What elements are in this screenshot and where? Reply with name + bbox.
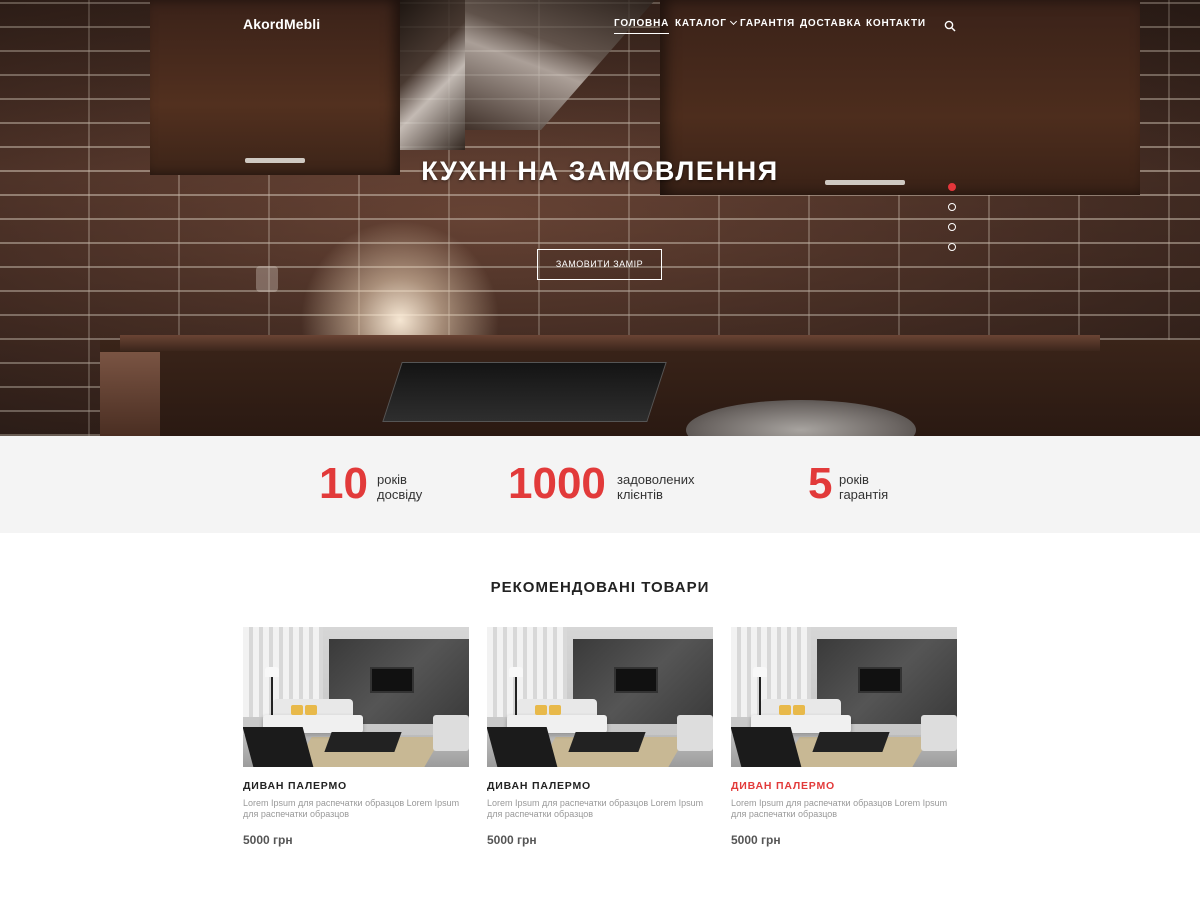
product-name-link[interactable]: ДИВАН ПАЛЕРМО [243, 780, 347, 792]
product-image[interactable] [731, 627, 957, 767]
stat-label: років гарантія [839, 472, 889, 502]
hero-title: КУХНІ НА ЗАМОВЛЕННЯ [421, 156, 779, 186]
product-price: 5000 грн [731, 833, 781, 847]
stat-number: 5 [808, 459, 833, 508]
nav-item-warranty[interactable]: ГАРАНТІЯ [740, 18, 795, 29]
slider-dot-2[interactable] [948, 203, 956, 211]
main-nav: ГОЛОВНА КАТАЛОГ ГАРАНТІЯ ДОСТАВКА КОНТАК… [0, 17, 1200, 38]
product-card: ДИВАН ПАЛЕРМО Lorem Ipsum для распечатки… [243, 627, 469, 857]
product-image[interactable] [243, 627, 469, 767]
chevron-down-icon [729, 17, 737, 26]
nav-item-delivery[interactable]: ДОСТАВКА [800, 18, 862, 29]
search-icon[interactable] [944, 19, 958, 33]
stat-label: задоволених клієнтів [617, 472, 695, 502]
recommended-products-title: РЕКОМЕНДОВАНІ ТОВАРИ [490, 579, 710, 596]
product-name-link[interactable]: ДИВАН ПАЛЕРМО [487, 780, 591, 792]
product-description: Lorem Ipsum для распечатки образцов Lore… [487, 798, 704, 819]
hero-slider: AkordMebli ГОЛОВНА КАТАЛОГ ГАРАНТІЯ ДОСТ… [0, 0, 1200, 436]
stat-number: 1000 [508, 459, 606, 508]
product-card: ДИВАН ПАЛЕРМО Lorem Ipsum для распечатки… [731, 627, 957, 857]
product-price: 5000 грн [243, 833, 293, 847]
stat-number: 10 [319, 459, 368, 508]
stats-bar: 10 років досвіду 1000 задоволених клієнтів… [0, 436, 1200, 533]
slider-dot-4[interactable] [948, 243, 956, 251]
product-price: 5000 грн [487, 833, 537, 847]
nav-item-home[interactable]: ГОЛОВНА [614, 18, 670, 34]
product-image[interactable] [487, 627, 713, 767]
slider-dot-1[interactable] [948, 183, 956, 191]
hero-image-hob [382, 362, 667, 422]
order-measurement-button[interactable]: ЗАМОВИТИ ЗАМІР [537, 249, 662, 280]
nav-item-catalog[interactable]: КАТАЛОГ [675, 17, 737, 29]
nav-item-catalog-label: КАТАЛОГ [675, 18, 727, 29]
product-description: Lorem Ipsum для распечатки образцов Lore… [243, 798, 460, 819]
stat-label: років досвіду [377, 472, 423, 502]
slider-dot-3[interactable] [948, 223, 956, 231]
product-name-link[interactable]: ДИВАН ПАЛЕРМО [731, 780, 835, 792]
nav-item-contacts[interactable]: КОНТАКТИ [866, 18, 926, 29]
product-description: Lorem Ipsum для распечатки образцов Lore… [731, 798, 948, 819]
product-card: ДИВАН ПАЛЕРМО Lorem Ipsum для распечатки… [487, 627, 713, 857]
